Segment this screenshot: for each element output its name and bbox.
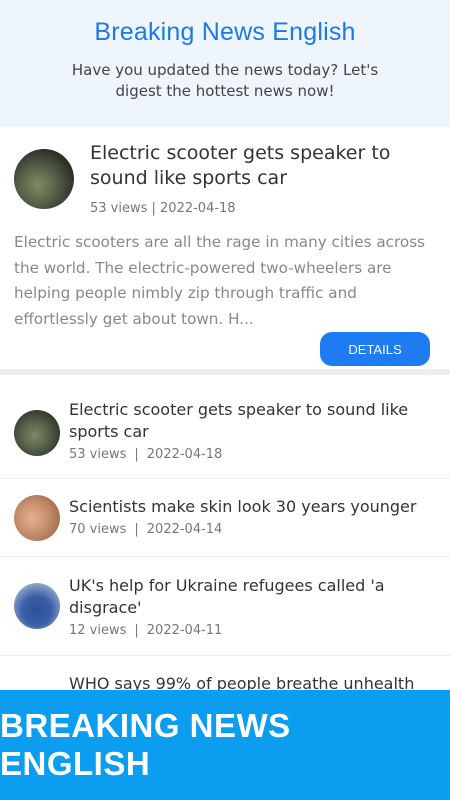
featured-thumbnail (14, 149, 74, 209)
banner-text: BREAKING NEWS ENGLISH (0, 707, 291, 782)
list-item-thumbnail (14, 583, 60, 629)
meta-divider: | (134, 623, 139, 638)
meta-divider: | (134, 522, 139, 537)
list-item-meta: 53 views | 2022-04-18 (69, 447, 430, 462)
featured-title[interactable]: Electric scooter gets speaker to sound l… (90, 141, 430, 191)
details-button[interactable]: DETAILS (320, 332, 430, 366)
list-item-thumbnail (14, 410, 60, 456)
list-item-meta: 70 views | 2022-04-14 (69, 522, 430, 537)
publish-date: 2022-04-14 (146, 522, 223, 537)
brand-banner: BREAKING NEWS ENGLISH (0, 690, 450, 800)
list-item-title[interactable]: Electric scooter gets speaker to sound l… (69, 399, 430, 443)
app-title: Breaking News English (94, 18, 356, 46)
list-item[interactable]: Electric scooter gets speaker to sound l… (0, 375, 450, 479)
list-item-title[interactable]: Scientists make skin look 30 years young… (69, 496, 430, 518)
meta-divider: | (134, 447, 139, 462)
featured-summary: Electric scooters are all the rage in ma… (14, 233, 426, 328)
featured-meta: 53 views | 2022-04-18 (90, 201, 236, 216)
views-count: 12 views (69, 623, 127, 638)
list-item[interactable]: UK's help for Ukraine refugees called 'a… (0, 557, 450, 656)
app-subtitle: Have you updated the news today? Let's d… (71, 61, 379, 100)
featured-article[interactable]: Electric scooter gets speaker to sound l… (0, 127, 450, 375)
list-item-thumbnail (14, 495, 60, 541)
list-item-title[interactable]: UK's help for Ukraine refugees called 'a… (69, 575, 430, 619)
news-list: Electric scooter gets speaker to sound l… (0, 375, 450, 696)
publish-date: 2022-04-18 (146, 447, 223, 462)
publish-date: 2022-04-11 (146, 623, 223, 638)
list-item[interactable]: Scientists make skin look 30 years young… (0, 479, 450, 557)
views-count: 53 views (69, 447, 127, 462)
list-item-meta: 12 views | 2022-04-11 (69, 623, 430, 638)
views-count: 70 views (69, 522, 127, 537)
app-header: Breaking News English Have you updated t… (0, 0, 450, 127)
